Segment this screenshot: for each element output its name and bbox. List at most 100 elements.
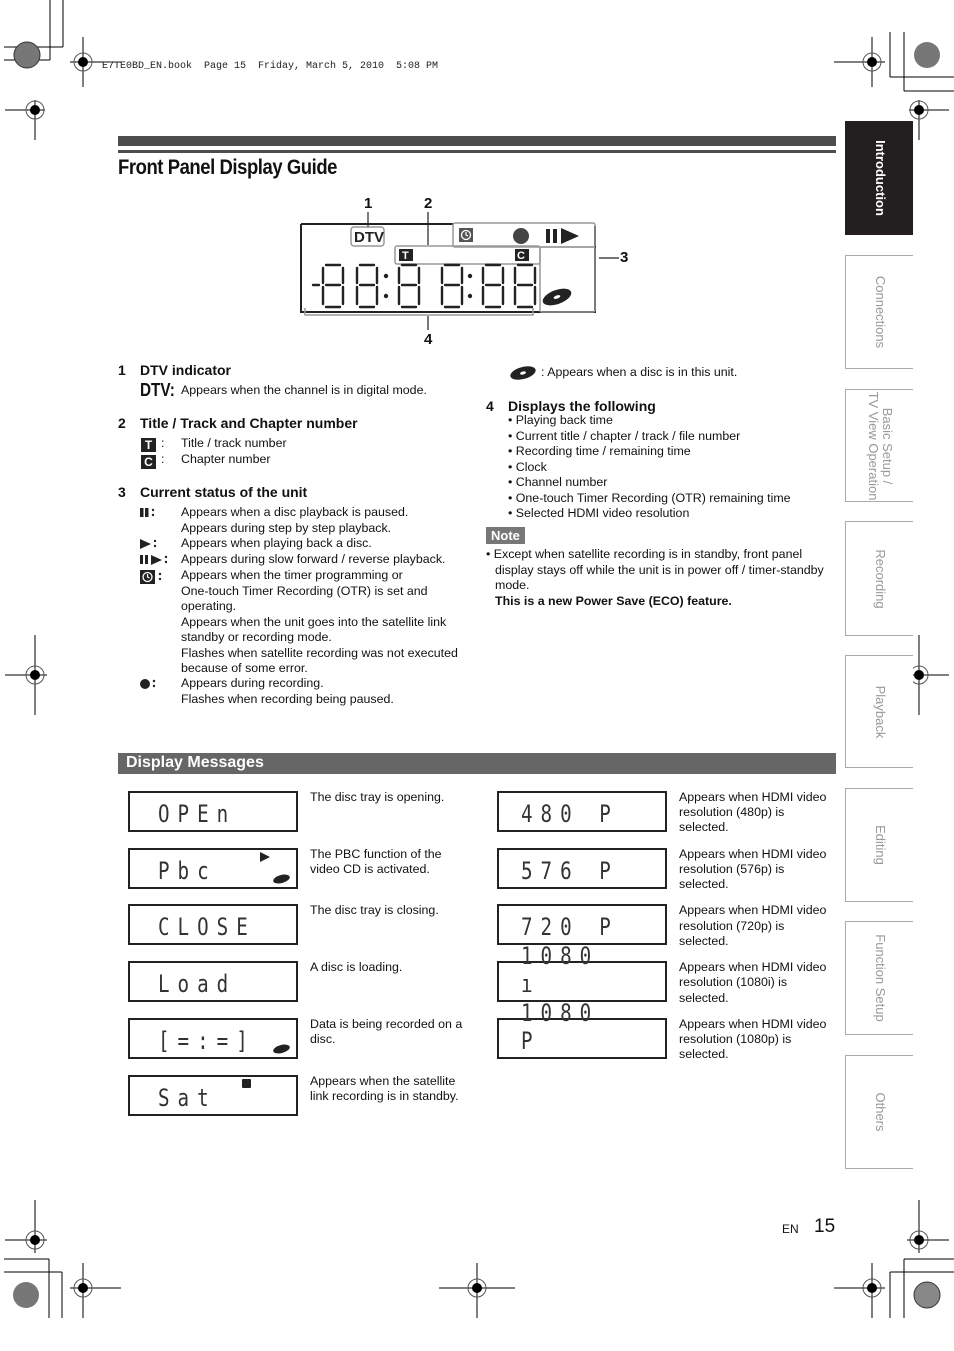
tab-label: Editing: [872, 825, 888, 865]
svg-text:C: C: [517, 250, 525, 262]
tab-editing[interactable]: Editing: [845, 788, 913, 902]
svg-text:T: T: [402, 250, 409, 262]
callout-1: 1: [364, 195, 373, 212]
pause-icon: [140, 508, 155, 517]
lcd-message-text: 720 P: [521, 913, 619, 942]
callout-2: 2: [424, 195, 433, 212]
status-pause-description: Appears when a disc playback is paused. A…: [181, 505, 409, 535]
lcd-message-text: [=:=]: [158, 1026, 256, 1055]
pause-play-icon: [140, 555, 168, 565]
note-badge: Note: [486, 527, 525, 544]
seven-segment-digit: [321, 263, 345, 309]
display-items-list: • Playing back time • Current title / ch…: [508, 413, 791, 522]
lcd-message-description: The PBC function of the video CD is activ…: [310, 846, 442, 876]
list-item: • Recording time / remaining time: [508, 444, 691, 458]
lcd-message-description: Appears when HDMI video resolution (720p)…: [679, 903, 827, 948]
lcd-message-description: Appears when HDMI video resolution (576p)…: [679, 846, 827, 892]
tab-label: Introduction: [872, 140, 888, 216]
lcd-message-box: 576 P: [497, 847, 667, 889]
list-item: • Playing back time: [508, 413, 613, 427]
colon-dot: [467, 293, 473, 299]
tab-label: Basic Setup / TV View Operation: [865, 391, 895, 500]
lcd-message-box: OPEn: [128, 791, 298, 832]
seven-segment-digits: [311, 263, 537, 309]
clock-icon: [242, 1078, 251, 1088]
play-icon: [260, 851, 270, 862]
display-messages-title: Display Messages: [126, 754, 264, 771]
tab-label: Recording: [872, 548, 888, 609]
dtv-description: Appears when the channel is in digital m…: [181, 383, 427, 397]
disc-icon: [272, 1042, 291, 1055]
disc-description: : Appears when a disc is in this unit.: [541, 365, 738, 379]
note-text: • Except when satellite recording is in …: [486, 547, 824, 608]
disc-icon: [272, 872, 291, 885]
lcd-message-description: Appears when HDMI video resolution (480p)…: [679, 790, 827, 835]
title-rule-thick: [118, 136, 836, 146]
status-icons: [140, 508, 168, 689]
section-2-heading: 2 Title / Track and Chapter number: [118, 415, 358, 431]
lcd-message-box: 1080 P: [497, 999, 667, 1059]
list-item: • One-touch Timer Recording (OTR) remain…: [508, 490, 791, 505]
lcd-message-text: OPEn: [158, 800, 237, 828]
list-item: • Channel number: [508, 475, 608, 489]
lcd-message-description: Data is being recorded on a disc.: [310, 1016, 463, 1046]
colon-dot: [467, 273, 473, 279]
colon-dot: [383, 273, 389, 279]
lcd-message-box: CLOSE: [128, 904, 298, 946]
print-header: E7TE0BD_EN.book Page 15 Friday, March 5,…: [102, 61, 439, 72]
lcd-message-description: The disc tray is opening.: [310, 790, 445, 804]
lcd-message-description: A disc is loading.: [310, 960, 403, 975]
tab-label: Playback: [872, 685, 888, 738]
record-dot-icon: [513, 228, 529, 244]
lcd-message-text: Sat: [158, 1083, 217, 1112]
lcd-message-text: 1080 P: [521, 998, 600, 1055]
pause-icon: [546, 229, 550, 243]
lcd-message-box: 480 P: [497, 791, 667, 832]
lcd-message-box: 1080 ı: [497, 942, 667, 1003]
front-panel-diagram: DTV T C: [300, 212, 619, 330]
lcd-message-text: Load: [158, 970, 237, 999]
title-description: Title / track number: [181, 436, 287, 450]
status-record-description: Appears during recording. Flashes when re…: [181, 676, 394, 706]
tab-label: Others: [872, 1092, 888, 1132]
tab-function-setup[interactable]: Function Setup: [845, 921, 913, 1035]
seven-segment-digit: [513, 263, 537, 309]
lcd-message-description: Appears when HDMI video resolution (1080p…: [679, 1016, 827, 1062]
colon-dot: [383, 293, 389, 299]
tab-others[interactable]: Others: [845, 1055, 913, 1169]
chapter-icon: C: [141, 455, 156, 469]
status-clock-description: Appears when the timer programming or One…: [181, 568, 458, 675]
tab-basic-setup[interactable]: Basic Setup / TV View Operation: [845, 389, 913, 502]
lcd-message-text: 480 P: [521, 800, 619, 828]
tab-label: Function Setup: [872, 934, 888, 1022]
lcd-message-box: Pbc: [128, 847, 298, 889]
lcd-message-box: [=:=]: [128, 1017, 298, 1059]
tab-label: Connections: [872, 275, 888, 349]
seven-segment-digit: [481, 263, 505, 309]
tab-recording[interactable]: Recording: [845, 521, 913, 636]
lcd-message-box: 720 P: [497, 904, 667, 946]
list-item: • Current title / chapter / track / file…: [508, 428, 741, 443]
lcd-message-text: CLOSE: [158, 913, 256, 942]
dtv-indicator: DTV: [354, 229, 384, 246]
footer-language: EN: [782, 1222, 799, 1236]
play-icon: [561, 228, 579, 244]
list-item: • Selected HDMI video resolution: [508, 506, 690, 520]
section-3-heading: 3 Current status of the unit: [118, 484, 308, 500]
play-icon: [140, 539, 157, 549]
section-4-heading: 4 Displays the following: [486, 398, 656, 414]
chapter-description: Chapter number: [181, 452, 271, 466]
page-number: 15: [814, 1216, 836, 1237]
tab-playback[interactable]: Playback: [845, 655, 913, 768]
seven-segment-digit: [355, 263, 379, 309]
seven-segment-digit: [440, 263, 464, 309]
list-item: • Clock: [508, 459, 547, 474]
title-icon: T: [141, 438, 156, 452]
page-title: Front Panel Display Guide: [118, 156, 338, 179]
callout-4: 4: [424, 331, 433, 348]
lcd-message-description: The disc tray is closing.: [310, 903, 439, 918]
tab-connections[interactable]: Connections: [845, 255, 913, 369]
tab-introduction[interactable]: Introduction: [845, 121, 913, 235]
lcd-message-box: Load: [128, 961, 298, 1003]
status-slow-description: Appears during slow forward / reverse pl…: [181, 552, 446, 566]
